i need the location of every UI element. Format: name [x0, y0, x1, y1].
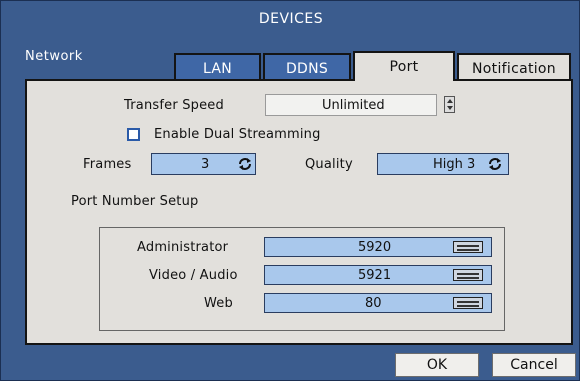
ok-button[interactable]: OK	[395, 353, 479, 377]
quality-cycle-icon[interactable]	[487, 156, 503, 172]
port-number-setup-title: Port Number Setup	[71, 194, 199, 209]
transfer-speed-spinner-icon[interactable]	[444, 96, 455, 113]
cancel-button[interactable]: Cancel	[492, 353, 576, 377]
tab-lan[interactable]: LAN	[174, 53, 261, 79]
administrator-port-label: Administrator	[137, 240, 229, 255]
tab-port[interactable]: Port	[353, 51, 455, 81]
enable-dual-streaming-checkbox[interactable]	[127, 128, 140, 141]
transfer-speed-select[interactable]: Unlimited	[265, 94, 437, 116]
enable-dual-streaming-label: Enable Dual Streamming	[154, 127, 321, 142]
quality-value: High 3	[433, 157, 476, 172]
video-audio-port-label: Video / Audio	[149, 268, 238, 283]
web-keyboard-icon[interactable]	[453, 297, 483, 309]
administrator-port-value: 5920	[358, 240, 392, 255]
transfer-speed-label: Transfer Speed	[124, 98, 224, 113]
frames-label: Frames	[83, 157, 132, 172]
web-port-value: 80	[365, 296, 382, 311]
devices-window: DEVICES Network LAN DDNS Port Notificati…	[0, 0, 580, 381]
video-audio-keyboard-icon[interactable]	[453, 269, 483, 281]
web-port-label: Web	[204, 296, 233, 311]
port-number-group: Administrator 5920 Video / Audio 5921 We…	[99, 227, 505, 331]
web-port-input[interactable]: 80	[264, 293, 492, 313]
frames-value: 3	[201, 157, 210, 172]
port-settings-panel: Transfer Speed Unlimited Enable Dual Str…	[25, 79, 573, 345]
quality-field[interactable]: High 3	[377, 153, 509, 175]
frames-cycle-icon[interactable]	[237, 156, 253, 172]
quality-label: Quality	[305, 157, 353, 172]
video-audio-port-value: 5921	[358, 268, 392, 283]
tab-ddns[interactable]: DDNS	[263, 53, 351, 79]
tab-notification[interactable]: Notification	[457, 53, 571, 79]
administrator-keyboard-icon[interactable]	[453, 241, 483, 253]
section-label: Network	[25, 49, 83, 64]
frames-field[interactable]: 3	[151, 153, 256, 175]
window-title: DEVICES	[258, 11, 324, 27]
administrator-port-input[interactable]: 5920	[264, 237, 492, 257]
video-audio-port-input[interactable]: 5921	[264, 265, 492, 285]
transfer-speed-value: Unlimited	[322, 98, 385, 113]
